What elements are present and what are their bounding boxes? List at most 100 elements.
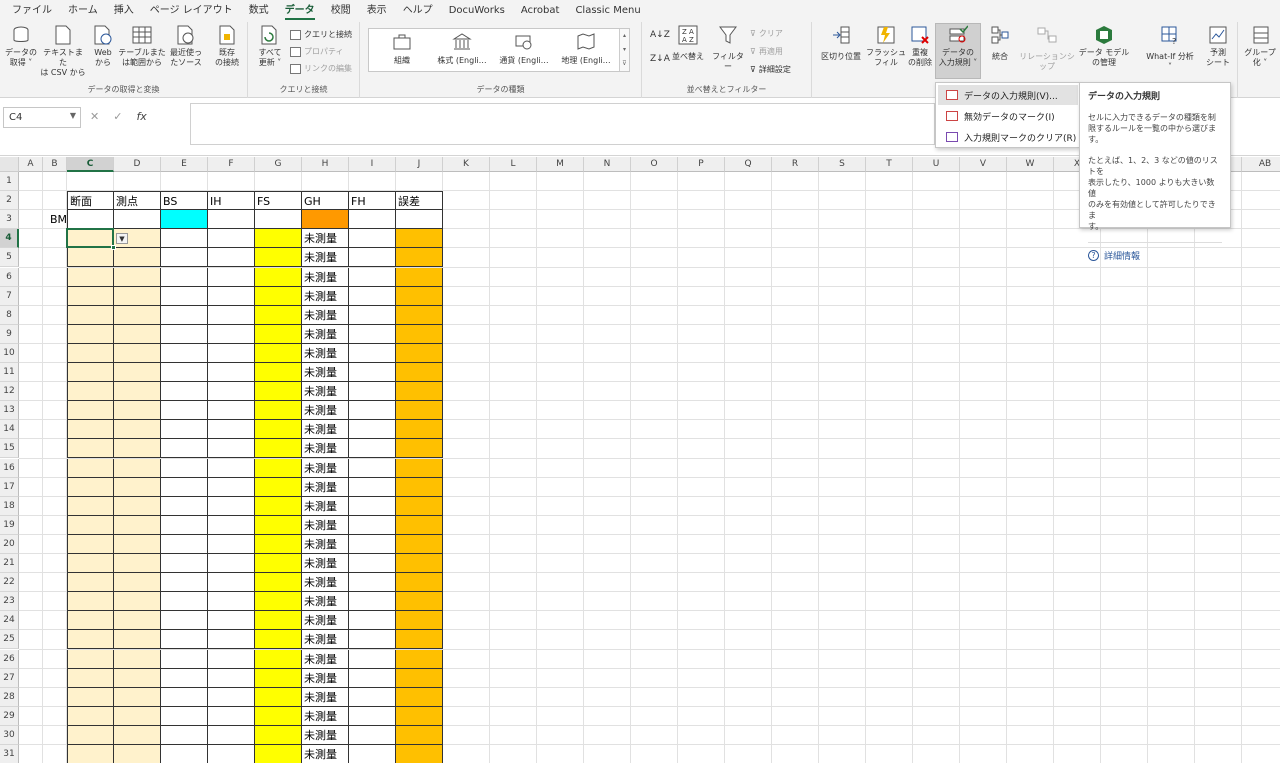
data-cell[interactable] bbox=[208, 458, 255, 478]
data-cell[interactable] bbox=[349, 534, 396, 554]
data-cell[interactable] bbox=[114, 592, 161, 612]
data-cell[interactable] bbox=[67, 458, 114, 478]
gh-cell[interactable]: 未測量 bbox=[302, 573, 349, 593]
data-cell[interactable] bbox=[161, 515, 208, 535]
data-cell[interactable] bbox=[208, 745, 255, 763]
data-cell[interactable] bbox=[208, 439, 255, 459]
data-cell[interactable] bbox=[114, 725, 161, 745]
data-cell[interactable] bbox=[161, 477, 208, 497]
data-cell[interactable] bbox=[349, 363, 396, 383]
data-cell[interactable] bbox=[161, 439, 208, 459]
data-cell[interactable] bbox=[255, 725, 302, 745]
gh-cell[interactable]: 未測量 bbox=[302, 496, 349, 516]
data-cell[interactable] bbox=[67, 248, 114, 268]
data-cell[interactable] bbox=[161, 324, 208, 344]
data-cell[interactable] bbox=[208, 305, 255, 325]
row3-cell[interactable] bbox=[208, 210, 255, 230]
row-header-5[interactable]: 5 bbox=[0, 248, 19, 268]
data-cell[interactable] bbox=[396, 649, 443, 669]
tab-10[interactable]: Acrobat bbox=[513, 0, 568, 22]
data-cell[interactable] bbox=[161, 401, 208, 421]
data-cell[interactable] bbox=[208, 534, 255, 554]
data-cell[interactable] bbox=[161, 286, 208, 306]
data-cell[interactable] bbox=[396, 305, 443, 325]
gh-cell[interactable]: 未測量 bbox=[302, 706, 349, 726]
data-cell[interactable] bbox=[396, 286, 443, 306]
data-cell[interactable] bbox=[255, 267, 302, 287]
data-cell[interactable] bbox=[114, 248, 161, 268]
data-cell[interactable] bbox=[396, 592, 443, 612]
data-cell[interactable] bbox=[161, 745, 208, 763]
col-header-G[interactable]: G bbox=[255, 157, 302, 172]
data-cell[interactable] bbox=[396, 439, 443, 459]
tab-9[interactable]: DocuWorks bbox=[441, 0, 513, 22]
filter-button[interactable]: フィルター bbox=[710, 24, 746, 72]
text-to-columns-button[interactable]: 区切り位置 bbox=[818, 24, 864, 62]
data-cell[interactable] bbox=[114, 305, 161, 325]
gh-cell[interactable]: 未測量 bbox=[302, 554, 349, 574]
data-cell[interactable] bbox=[208, 229, 255, 249]
data-cell[interactable] bbox=[161, 248, 208, 268]
data-cell[interactable] bbox=[67, 725, 114, 745]
tab-11[interactable]: Classic Menu bbox=[567, 0, 648, 22]
data-cell[interactable] bbox=[208, 611, 255, 631]
row3-cell[interactable] bbox=[114, 210, 161, 230]
select-all-corner[interactable] bbox=[0, 157, 19, 172]
queries-connections-button[interactable]: クエリと接続 bbox=[290, 29, 352, 40]
row-header-31[interactable]: 31 bbox=[0, 745, 19, 763]
data-cell[interactable] bbox=[255, 229, 302, 249]
row-header-22[interactable]: 22 bbox=[0, 573, 19, 593]
consolidate-button[interactable]: 統合 bbox=[984, 24, 1016, 62]
sort-button[interactable]: Z AA Z 並べ替え bbox=[670, 24, 706, 62]
gh-cell[interactable]: 未測量 bbox=[302, 229, 349, 249]
data-cell[interactable] bbox=[161, 534, 208, 554]
data-cell[interactable] bbox=[208, 401, 255, 421]
data-cell[interactable] bbox=[114, 458, 161, 478]
tab-7[interactable]: 表示 bbox=[359, 0, 395, 22]
data-cell[interactable] bbox=[114, 668, 161, 688]
data-cell[interactable] bbox=[67, 286, 114, 306]
data-cell[interactable] bbox=[114, 573, 161, 593]
data-cell[interactable] bbox=[255, 382, 302, 402]
data-cell[interactable] bbox=[396, 248, 443, 268]
gh-cell[interactable]: 未測量 bbox=[302, 725, 349, 745]
data-cell[interactable] bbox=[255, 706, 302, 726]
data-cell[interactable] bbox=[255, 687, 302, 707]
row-header-29[interactable]: 29 bbox=[0, 706, 19, 726]
gh-cell[interactable]: 未測量 bbox=[302, 363, 349, 383]
data-cell[interactable] bbox=[396, 324, 443, 344]
data-cell[interactable] bbox=[208, 324, 255, 344]
col-header-L[interactable]: L bbox=[490, 157, 537, 172]
row3-cell[interactable] bbox=[255, 210, 302, 230]
data-cell[interactable] bbox=[208, 725, 255, 745]
col-header-R[interactable]: R bbox=[772, 157, 819, 172]
tab-8[interactable]: ヘルプ bbox=[395, 0, 441, 22]
data-cell[interactable] bbox=[114, 630, 161, 650]
col-header-B[interactable]: B bbox=[43, 157, 67, 172]
data-cell[interactable] bbox=[349, 324, 396, 344]
row-header-24[interactable]: 24 bbox=[0, 611, 19, 631]
data-cell[interactable] bbox=[396, 363, 443, 383]
row-header-27[interactable]: 27 bbox=[0, 668, 19, 688]
col-header-Q[interactable]: Q bbox=[725, 157, 772, 172]
row-header-12[interactable]: 12 bbox=[0, 382, 19, 402]
data-cell[interactable] bbox=[67, 706, 114, 726]
col-header-W[interactable]: W bbox=[1007, 157, 1054, 172]
data-cell[interactable] bbox=[349, 286, 396, 306]
data-cell[interactable] bbox=[349, 573, 396, 593]
data-cell[interactable] bbox=[161, 343, 208, 363]
data-cell[interactable] bbox=[114, 363, 161, 383]
data-cell[interactable] bbox=[161, 725, 208, 745]
data-cell[interactable] bbox=[208, 477, 255, 497]
data-cell[interactable] bbox=[161, 706, 208, 726]
row-header-18[interactable]: 18 bbox=[0, 496, 19, 516]
data-cell[interactable] bbox=[255, 534, 302, 554]
data-cell[interactable] bbox=[161, 229, 208, 249]
gh-cell[interactable]: 未測量 bbox=[302, 458, 349, 478]
chevron-down-icon[interactable]: ▼ bbox=[70, 111, 76, 120]
data-cell[interactable] bbox=[208, 343, 255, 363]
data-cell[interactable] bbox=[396, 458, 443, 478]
data-cell[interactable] bbox=[349, 401, 396, 421]
data-cell[interactable] bbox=[161, 420, 208, 440]
data-cell[interactable] bbox=[396, 573, 443, 593]
